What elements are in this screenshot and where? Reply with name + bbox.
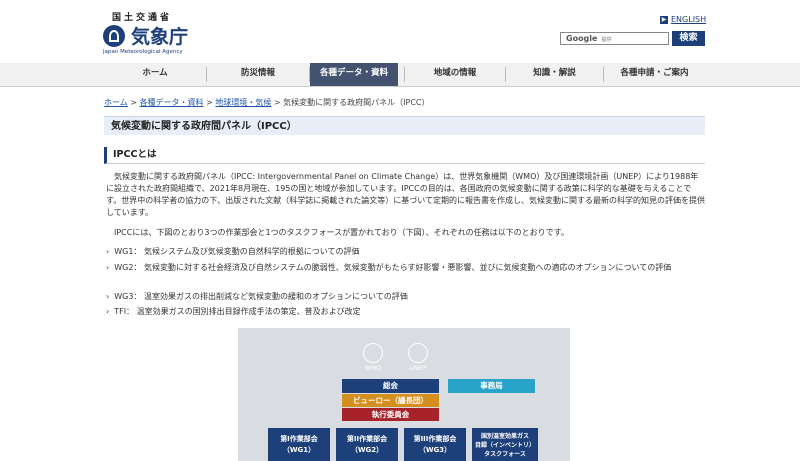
nav-knowledge[interactable]: 知識・解説 (506, 63, 603, 86)
tfi-text: TFI： 温室効果ガスの国別排出目録作成手法の策定、普及および改定 (114, 307, 361, 316)
breadcrumb-current: 気候変動に関する政府間パネル（IPCC） (283, 98, 430, 107)
search-input[interactable]: Google 提供 (560, 32, 669, 45)
wg2-box: 第II作業部会 （WG2） (336, 428, 398, 461)
agency-english-name: Japan Meteorological Agency (103, 49, 183, 55)
executive-committee-box: 執行委員会 (342, 408, 439, 421)
intro-paragraph: 気候変動に関する政府間パネル（IPCC: Intergovernmental P… (106, 172, 705, 217)
who-label: WHO (364, 364, 382, 372)
english-link-label[interactable]: ENGLISH (671, 15, 706, 24)
global-nav: ホーム 防災情報 各種データ・資料 地域の情報 知識・解説 各種申請・ご案内 (0, 63, 800, 87)
list-item: › WG1： 気候システム及び気候変動の自然科学的根拠についての評価 (106, 246, 701, 258)
breadcrumb: ホーム > 各種データ・資料 > 地球環境・気候 > 気候変動に関する政府間パネ… (104, 97, 430, 108)
site-header: 国土交通省 気象庁 Japan Meteorological Agency ▶ E… (0, 0, 800, 63)
secretariat-box: 事務局 (448, 379, 535, 393)
wg2-box-title: 第II作業部会 (346, 435, 388, 443)
breadcrumb-home[interactable]: ホーム (104, 98, 128, 107)
unep-label: UNEP (409, 364, 427, 372)
breadcrumb-data[interactable]: 各種データ・資料 (140, 98, 204, 107)
breadcrumb-sep: > (130, 98, 138, 107)
breadcrumb-env[interactable]: 地球環境・気候 (215, 98, 271, 107)
breadcrumb-sep: > (206, 98, 213, 107)
wg1-text: WG1： 気候システム及び気候変動の自然科学的根拠についての評価 (114, 247, 360, 256)
english-link[interactable]: ▶ ENGLISH (660, 15, 706, 24)
tfi-box-line2: 目録（インベントリ） (474, 442, 535, 449)
arrow-right-icon: ▶ (660, 15, 668, 24)
unep-emblem-icon (408, 343, 428, 363)
wg1-box: 第I作業部会 （WG1） (268, 428, 330, 461)
plenary-box: 総会 (342, 379, 439, 393)
ipcc-structure-diagram: WHO UNEP 総会 事務局 ビューロー（議長団） 執行委員会 第I作業部会 （… (238, 328, 570, 461)
wg3-text: WG3： 温室効果ガスの排出削減など気候変動の緩和のオプションについての評価 (114, 292, 408, 301)
arrow-right-icon: › (106, 292, 110, 301)
wg2-text: WG2： 気候変動に対する社会経済及び自然システムの脆弱性、気候変動がもたらす好… (114, 263, 672, 272)
list-item: › TFI： 温室効果ガスの国別排出目録作成手法の策定、普及および改定 (106, 306, 701, 318)
tasks-paragraph: IPCCには、下図のとおり3つの作業部会と1つのタスクフォースが置かれており（下… (114, 228, 569, 237)
wg2-box-code: （WG2） (350, 446, 384, 454)
list-item: › WG3： 温室効果ガスの排出削減など気候変動の緩和のオプションについての評価 (106, 291, 701, 303)
who-emblem-icon (363, 343, 383, 363)
wg3-box-code: （WG3） (418, 446, 452, 454)
org-logos: WHO UNEP (358, 343, 458, 375)
section-heading: IPCCとは (104, 147, 705, 164)
tfi-box-line3: タスクフォース (484, 451, 526, 458)
arrow-right-icon: › (106, 263, 110, 272)
list-item: › WG2： 気候変動に対する社会経済及び自然システムの脆弱性、気候変動がもたらす… (106, 262, 701, 274)
nav-data[interactable]: 各種データ・資料 (310, 63, 398, 86)
arrow-right-icon: › (106, 307, 110, 316)
wg1-box-title: 第I作業部会 (280, 435, 318, 443)
agency-logo-text[interactable]: 気象庁 (131, 22, 188, 49)
arrow-right-icon: › (106, 247, 110, 256)
wg3-box: 第III作業部会 （WG3） (404, 428, 466, 461)
page-title: 気候変動に関する政府間パネル（IPCC） (104, 116, 705, 135)
google-label: Google (566, 34, 598, 43)
breadcrumb-sep: > (273, 98, 281, 107)
bureau-box: ビューロー（議長団） (342, 394, 439, 407)
wg1-box-code: （WG1） (282, 446, 316, 454)
search-button[interactable]: 検索 (672, 31, 705, 46)
nav-disaster-info[interactable]: 防災情報 (207, 63, 309, 86)
wg3-box-title: 第III作業部会 (413, 435, 457, 443)
jma-logo-icon[interactable] (103, 25, 125, 47)
nav-applications[interactable]: 各種申請・ご案内 (604, 63, 705, 86)
nav-home[interactable]: ホーム (104, 63, 206, 86)
tfi-box: 国別温室効果ガス 目録（インベントリ） タスクフォース (472, 428, 538, 461)
google-sub-label: 提供 (601, 37, 612, 43)
tfi-box-line1: 国別温室効果ガス (480, 433, 529, 440)
nav-regional[interactable]: 地域の情報 (405, 63, 505, 86)
